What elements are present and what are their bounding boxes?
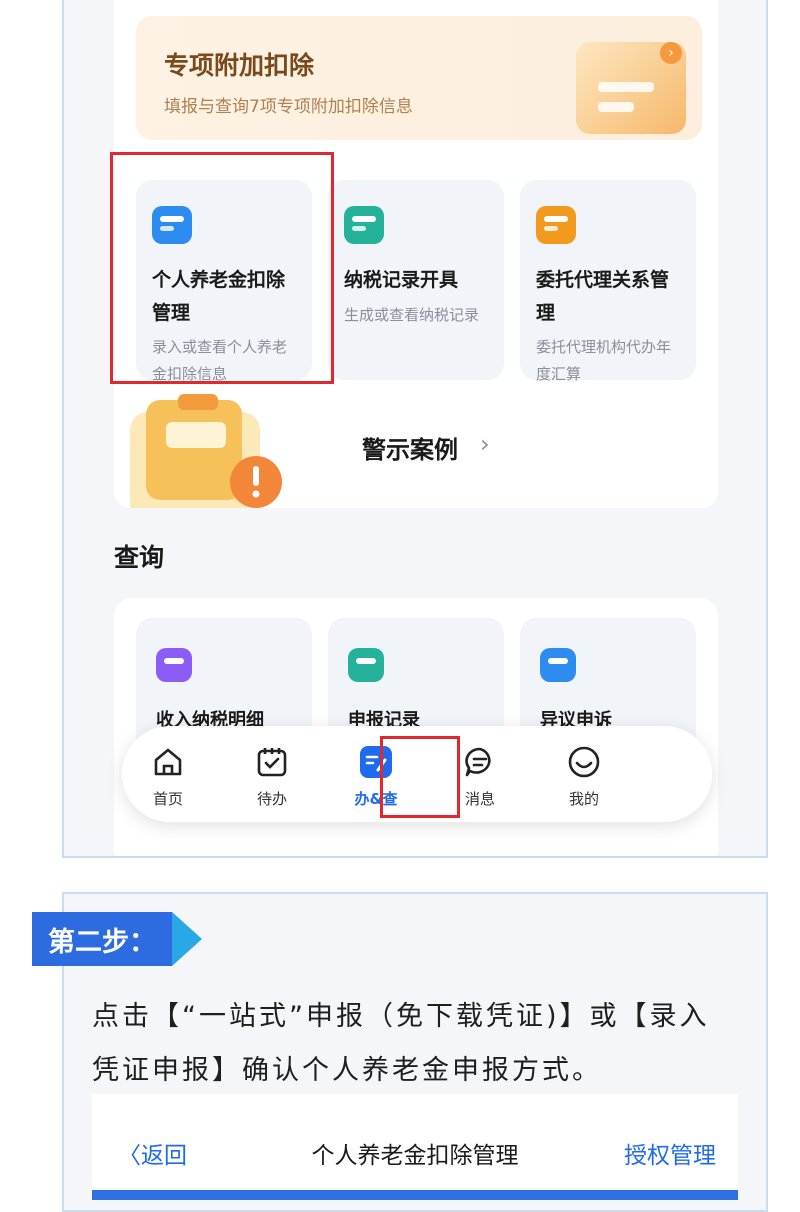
highlight-box-pension bbox=[110, 152, 334, 384]
calendar-check-icon bbox=[257, 748, 287, 777]
screenshot-pension-page: 〈返回 个人养老金扣除管理 授权管理 bbox=[92, 1094, 738, 1200]
tile-title: 纳税记录开具 bbox=[344, 269, 459, 291]
tab-todo[interactable]: 待办 bbox=[232, 740, 312, 810]
home-icon bbox=[154, 748, 182, 776]
highlight-box-tab bbox=[380, 736, 460, 818]
tab-label: 我的 bbox=[568, 790, 599, 808]
screenshot-frame-top: 专项附加扣除 填报与查询7项专项附加扣除信息 › 个人养老金扣除管理 录入或查看… bbox=[62, 0, 768, 858]
tile-desc: 委托代理机构代办年度汇算 bbox=[536, 338, 672, 383]
tile-desc: 生成或查看纳税记录 bbox=[344, 306, 480, 324]
chevron-right-icon[interactable]: › bbox=[660, 42, 682, 64]
step-badge: 第二步： bbox=[32, 912, 202, 966]
tax-record-icon bbox=[344, 206, 384, 244]
warning-case-banner[interactable]: 警示案例 › bbox=[114, 384, 718, 508]
smile-icon bbox=[568, 746, 600, 778]
agency-icon bbox=[536, 206, 576, 244]
tile-title: 委托代理关系管理 bbox=[536, 269, 670, 324]
tab-home[interactable]: 首页 bbox=[128, 740, 208, 810]
special-deduction-banner[interactable]: 专项附加扣除 填报与查询7项专项附加扣除信息 › bbox=[136, 16, 702, 140]
tile-agency-management[interactable]: 委托代理关系管理 委托代理机构代办年度汇算 bbox=[520, 180, 696, 383]
banner-title: 专项附加扣除 bbox=[164, 51, 315, 80]
income-detail-icon bbox=[156, 648, 192, 682]
authorization-manage-link[interactable]: 授权管理 bbox=[624, 1136, 716, 1170]
step-description: 点击【“一站式”申报（免下载凭证)】或【录入凭证申报】确认个人养老金申报方式。 bbox=[92, 1001, 710, 1086]
banner-subtitle: 填报与查询7项专项附加扣除信息 bbox=[164, 97, 413, 117]
tab-mine[interactable]: 我的 bbox=[544, 740, 624, 810]
tile-tax-record[interactable]: 纳税记录开具 生成或查看纳税记录 bbox=[328, 180, 504, 380]
chevron-right-icon: › bbox=[480, 430, 490, 458]
message-icon bbox=[465, 747, 491, 777]
tab-label: 待办 bbox=[256, 790, 287, 808]
warning-illustration-icon bbox=[130, 394, 282, 508]
warning-case-label: 警示案例 bbox=[362, 436, 458, 464]
step-badge-label: 第二步： bbox=[48, 927, 156, 958]
tab-label: 首页 bbox=[152, 790, 183, 808]
query-section-title: 查询 bbox=[114, 543, 165, 572]
declaration-record-icon bbox=[348, 648, 384, 682]
header-banner-strip bbox=[92, 1190, 738, 1200]
appeal-icon bbox=[540, 648, 576, 682]
